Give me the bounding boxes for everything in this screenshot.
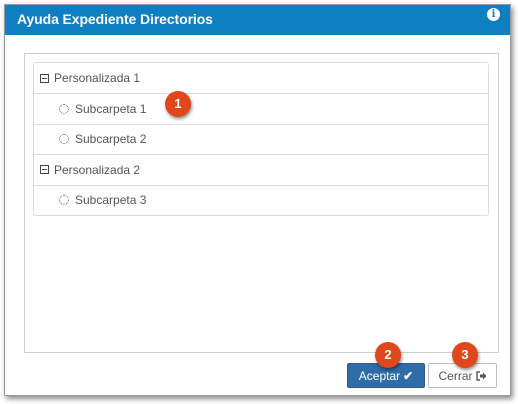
tree-item-label: Subcarpeta 2	[75, 132, 147, 147]
tree-item-label: Subcarpeta 3	[75, 193, 147, 208]
tree-item-label: Personalizada 2	[54, 162, 141, 177]
sign-out-icon	[475, 370, 486, 381]
close-button-label: Cerrar	[438, 368, 473, 383]
tree-item-subcarpeta-2[interactable]: Subcarpeta 2	[34, 123, 488, 155]
callout-badge-1: 1	[165, 91, 191, 117]
tree-item-personalizada-2[interactable]: Personalizada 2	[34, 154, 488, 185]
info-icon[interactable]: i	[487, 8, 500, 21]
tree-item-label: Personalizada 1	[54, 71, 141, 85]
directory-tree: Personalizada 1 Subcarpeta 1 Subcarpeta …	[33, 62, 489, 216]
folder-icon	[59, 103, 69, 114]
tree-item-subcarpeta-3[interactable]: Subcarpeta 3	[34, 184, 488, 216]
check-icon: ✔	[403, 368, 414, 383]
tree-item-label: Subcarpeta 1	[75, 101, 147, 116]
accept-button-label: Aceptar	[358, 368, 401, 383]
tree-item-subcarpeta-1[interactable]: Subcarpeta 1	[34, 93, 488, 124]
folder-icon	[59, 134, 69, 145]
callout-badge-2: 2	[375, 342, 401, 368]
tree-container: Personalizada 1 Subcarpeta 1 Subcarpeta …	[24, 53, 499, 353]
dialog-title: Ayuda Expediente Directorios	[17, 11, 213, 27]
dialog-titlebar: Ayuda Expediente Directorios i	[5, 5, 510, 35]
folder-icon	[59, 195, 69, 206]
tree-item-personalizada-1[interactable]: Personalizada 1	[34, 63, 488, 93]
callout-badge-3: 3	[452, 342, 478, 368]
collapse-icon[interactable]	[40, 165, 49, 175]
collapse-icon[interactable]	[40, 73, 49, 83]
expediente-directorios-dialog: Ayuda Expediente Directorios i Personali…	[4, 4, 511, 396]
